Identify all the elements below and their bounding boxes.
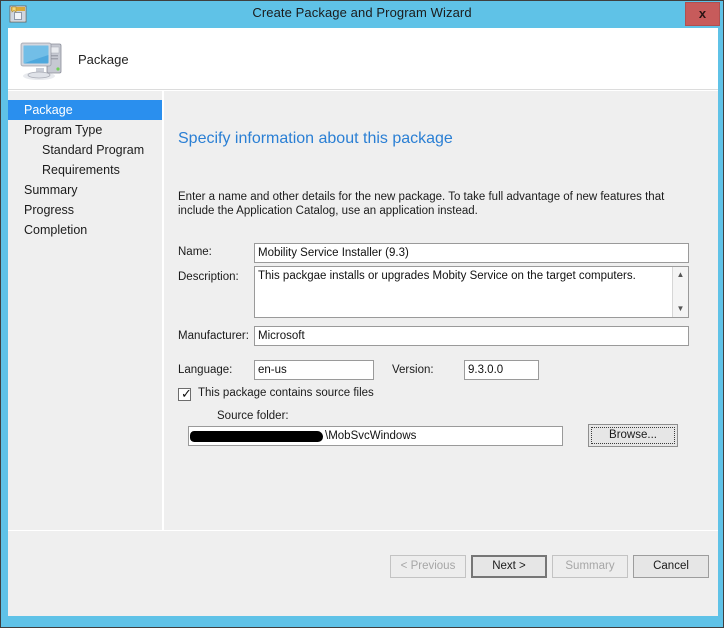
intro-text: Enter a name and other details for the n…	[178, 191, 665, 217]
description-scrollbar[interactable]: ▲ ▼	[672, 267, 688, 317]
source-folder-label: Source folder:	[217, 410, 289, 422]
language-input[interactable]: en-us	[254, 360, 374, 380]
sidebar-item-label: Package	[24, 103, 73, 117]
manufacturer-label: Manufacturer:	[178, 330, 249, 342]
sidebar-item-label: Requirements	[42, 163, 120, 177]
sidebar-item-label: Summary	[24, 183, 78, 197]
sidebar-item-label: Progress	[24, 203, 75, 217]
next-button[interactable]: Next >	[471, 555, 547, 578]
name-label: Name:	[178, 246, 212, 258]
source-folder-input[interactable]: \MobSvcWindows	[188, 426, 563, 446]
version-input[interactable]: 9.3.0.0	[464, 360, 539, 380]
wizard-footer: < Previous Next > Summary Cancel	[8, 530, 718, 616]
sidebar-item-completion[interactable]: Completion	[8, 220, 162, 240]
banner-title: Package	[78, 52, 129, 67]
window-title: Create Package and Program Wizard	[252, 5, 472, 20]
sidebar-item-standard-program[interactable]: Standard Program	[8, 140, 162, 160]
language-label: Language:	[178, 364, 233, 376]
sidebar-item-label: Completion	[24, 223, 88, 237]
close-button[interactable]: x	[685, 2, 720, 26]
sidebar-item-package[interactable]: Package	[8, 100, 162, 120]
wizard-banner: Package	[8, 28, 718, 90]
sidebar-item-label: Program Type	[24, 123, 103, 137]
source-folder-value: \MobSvcWindows	[325, 430, 417, 442]
version-label: Version:	[392, 364, 434, 376]
previous-button[interactable]: < Previous	[390, 555, 466, 578]
scroll-up-button[interactable]: ▲	[673, 267, 688, 283]
sidebar-item-requirements[interactable]: Requirements	[8, 160, 162, 180]
chevron-down-icon: ▼	[676, 304, 685, 313]
name-input[interactable]: Mobility Service Installer (9.3)	[254, 243, 689, 263]
browse-button[interactable]: Browse...	[588, 424, 678, 447]
scroll-down-button[interactable]: ▼	[673, 301, 688, 317]
sidebar-item-progress[interactable]: Progress	[8, 200, 162, 220]
redacted-path-bar	[190, 431, 323, 442]
computer-icon	[18, 34, 68, 84]
sidebar-item-label: Standard Program	[42, 143, 145, 157]
title-bar: Create Package and Program Wizard x	[1, 1, 723, 28]
page-title: Specify information about this package	[178, 130, 453, 147]
chevron-up-icon: ▲	[676, 270, 685, 279]
source-files-checkbox[interactable]: ✓	[178, 386, 192, 401]
sidebar-item-program-type[interactable]: Program Type	[8, 120, 162, 140]
description-input[interactable]: This packgae installs or upgrades Mobity…	[254, 266, 689, 318]
description-label: Description:	[178, 271, 239, 283]
wizard-window: Create Package and Program Wizard x Pack…	[0, 0, 724, 628]
summary-button[interactable]: Summary	[552, 555, 628, 578]
close-icon: x	[698, 6, 707, 21]
browse-button-label: Browse...	[591, 427, 675, 444]
description-value: This packgae installs or upgrades Mobity…	[258, 270, 636, 282]
cancel-button[interactable]: Cancel	[633, 555, 709, 578]
sidebar-item-summary[interactable]: Summary	[8, 180, 162, 200]
source-files-checkbox-label[interactable]: This package contains source files	[198, 387, 374, 399]
manufacturer-input[interactable]: Microsoft	[254, 326, 689, 346]
client-area: Package Package Program Type Standard Pr…	[8, 28, 718, 616]
check-icon: ✓	[181, 386, 192, 401]
